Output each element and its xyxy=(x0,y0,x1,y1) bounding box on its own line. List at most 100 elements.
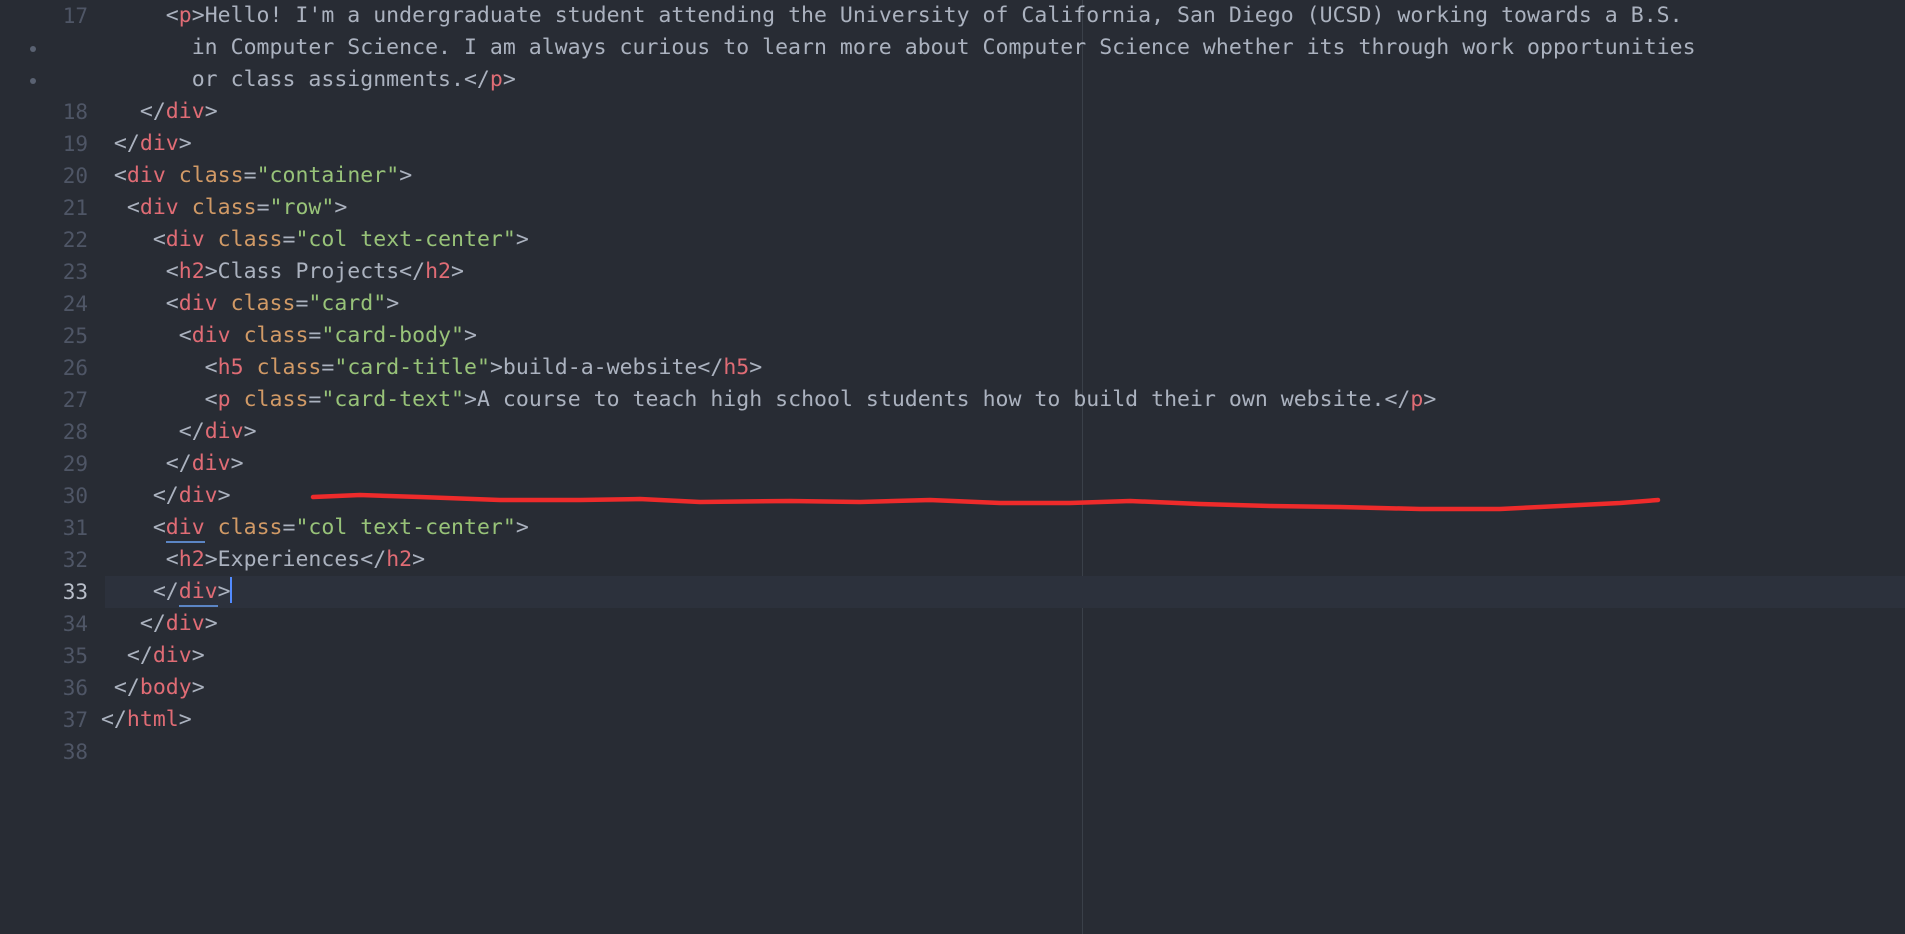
code-line[interactable]: 18 </div> xyxy=(0,96,1905,128)
code-line[interactable]: 32 <h2>Experiences</h2> xyxy=(0,544,1905,576)
code-token-tag: div xyxy=(178,483,218,508)
code-token-tag: h5 xyxy=(217,355,244,380)
code-token-punc: = xyxy=(295,291,309,316)
code-token-tag: div xyxy=(165,227,205,252)
code-line-content[interactable]: <div class="card"> xyxy=(88,288,1905,320)
code-line[interactable]: 31 <div class="col text-center"> xyxy=(0,512,1905,544)
code-line[interactable]: 38 xyxy=(0,736,1905,768)
text-cursor xyxy=(229,577,232,603)
code-line-content[interactable]: <div class="card-body"> xyxy=(88,320,1905,352)
code-line-content[interactable]: </div> xyxy=(88,640,1905,672)
code-token-punc: = xyxy=(243,163,257,188)
code-token-punc xyxy=(231,323,244,348)
code-token-txt: build-a-website xyxy=(502,355,698,380)
code-line-content[interactable]: <p>Hello! I'm a undergraduate student at… xyxy=(88,0,1905,32)
code-token-punc: < xyxy=(88,291,179,316)
code-token-tag: div xyxy=(165,611,205,636)
code-token-punc: </ xyxy=(88,611,166,636)
code-line[interactable]: 27 <p class="card-text">A course to teac… xyxy=(0,384,1905,416)
code-token-punc: > xyxy=(204,259,218,284)
code-token-punc: < xyxy=(88,515,166,540)
code-line-content[interactable]: </div> xyxy=(88,416,1905,448)
code-token-tag: div xyxy=(139,131,179,156)
code-line[interactable]: 23 <h2>Class Projects</h2> xyxy=(0,256,1905,288)
code-token-punc: </ xyxy=(88,643,153,668)
code-line-content[interactable]: or class assignments.</p> xyxy=(88,64,1905,96)
code-line[interactable]: 34 </div> xyxy=(0,608,1905,640)
code-token-punc: < xyxy=(88,195,140,220)
code-token-attr: class xyxy=(178,163,244,188)
code-line-content[interactable]: <div class="col text-center"> xyxy=(88,224,1905,256)
code-line[interactable]: 25 <div class="card-body"> xyxy=(0,320,1905,352)
code-token-attr: class xyxy=(191,195,257,220)
code-token-punc: > xyxy=(464,387,477,412)
code-token-punc: > xyxy=(204,611,218,636)
line-number: 25 xyxy=(62,324,88,348)
code-line[interactable]: 24 <div class="card"> xyxy=(0,288,1905,320)
code-line-content[interactable]: </div> xyxy=(88,448,1905,480)
code-token-punc: < xyxy=(88,259,179,284)
code-token-punc: > xyxy=(515,227,529,252)
code-token-tag: p xyxy=(1410,387,1424,412)
code-line-content[interactable]: <h5 class="card-title">build-a-website</… xyxy=(88,352,1905,384)
code-line-content[interactable]: <p class="card-text">A course to teach h… xyxy=(88,384,1905,416)
code-line-content[interactable]: </div> xyxy=(88,576,1905,608)
code-line[interactable]: 35 </div> xyxy=(0,640,1905,672)
code-token-tag: div xyxy=(204,419,244,444)
code-line-content[interactable]: in Computer Science. I am always curious… xyxy=(88,32,1905,64)
code-token-txt: or class assignments. xyxy=(88,67,464,92)
code-line[interactable]: in Computer Science. I am always curious… xyxy=(0,32,1905,64)
code-token-str: "container" xyxy=(256,163,400,188)
line-number: 33 xyxy=(62,580,88,604)
code-token-attr: class xyxy=(243,387,309,412)
code-line[interactable]: 33 </div> xyxy=(0,576,1905,608)
code-line[interactable]: 29 </div> xyxy=(0,448,1905,480)
code-line-content[interactable]: <h2>Class Projects</h2> xyxy=(88,256,1905,288)
code-token-punc: > xyxy=(191,643,205,668)
line-number: 27 xyxy=(62,388,88,412)
line-number: 24 xyxy=(62,292,88,316)
line-number: 21 xyxy=(62,196,88,220)
code-token-punc: > xyxy=(178,707,192,732)
code-line-content[interactable]: </div> xyxy=(88,608,1905,640)
code-token-tag: p xyxy=(178,3,192,28)
code-line-content[interactable]: </html> xyxy=(88,704,1905,736)
code-line-content[interactable]: </div> xyxy=(88,96,1905,128)
line-number: 32 xyxy=(62,548,88,572)
code-line-content[interactable]: <div class="col text-center"> xyxy=(88,512,1905,544)
code-line[interactable]: 26 <h5 class="card-title">build-a-websit… xyxy=(0,352,1905,384)
code-token-punc: </ xyxy=(88,451,192,476)
code-line[interactable]: 37 </html> xyxy=(0,704,1905,736)
code-line[interactable]: 22 <div class="col text-center"> xyxy=(0,224,1905,256)
code-token-tag: h2 xyxy=(425,259,452,284)
code-line-content[interactable]: </body> xyxy=(88,672,1905,704)
code-line-content[interactable]: </div> xyxy=(88,128,1905,160)
code-line[interactable]: or class assignments.</p> xyxy=(0,64,1905,96)
code-token-punc: > xyxy=(1423,387,1437,412)
code-token-tag: div xyxy=(165,99,205,124)
code-editor[interactable]: 17 <p>Hello! I'm a undergraduate student… xyxy=(0,0,1905,934)
line-number: 38 xyxy=(62,740,88,764)
code-line[interactable]: 36 </body> xyxy=(0,672,1905,704)
code-line-content[interactable]: <div class="row"> xyxy=(88,192,1905,224)
code-token-punc: </ xyxy=(88,131,140,156)
code-line-content[interactable]: <div class="container"> xyxy=(88,160,1905,192)
code-line[interactable]: 19 </div> xyxy=(0,128,1905,160)
code-token-attr: class xyxy=(256,355,322,380)
code-token-punc: > xyxy=(334,195,348,220)
code-token-punc: < xyxy=(88,547,179,572)
code-line[interactable]: 17 <p>Hello! I'm a undergraduate student… xyxy=(0,0,1905,32)
code-token-txt: Experiences xyxy=(217,547,361,572)
line-number: 30 xyxy=(62,484,88,508)
matching-tag-token: div xyxy=(178,579,218,607)
code-line[interactable]: 30 </div> xyxy=(0,480,1905,512)
code-lines-container[interactable]: 17 <p>Hello! I'm a undergraduate student… xyxy=(0,0,1905,768)
code-token-punc: < xyxy=(88,323,192,348)
code-line-content[interactable]: <h2>Experiences</h2> xyxy=(88,544,1905,576)
code-line[interactable]: 21 <div class="row"> xyxy=(0,192,1905,224)
code-token-punc: = xyxy=(308,387,322,412)
line-number: 37 xyxy=(62,708,88,732)
code-line-content[interactable]: </div> xyxy=(88,480,1905,512)
code-line[interactable]: 20 <div class="container"> xyxy=(0,160,1905,192)
code-line[interactable]: 28 </div> xyxy=(0,416,1905,448)
